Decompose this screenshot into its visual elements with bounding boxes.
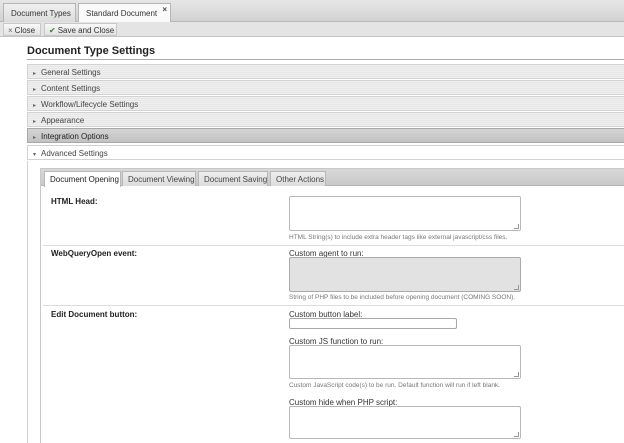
resize-grip-icon[interactable] <box>514 224 519 229</box>
section-appearance[interactable]: ▸ Appearance <box>27 112 624 127</box>
subtab-label: Document Opening <box>50 175 119 184</box>
tab-label: Standard Document <box>86 9 158 18</box>
section-integration-options[interactable]: ▸ Integration Options <box>27 128 624 143</box>
title-divider <box>27 59 624 60</box>
close-button[interactable]: × Close <box>3 23 41 36</box>
subtab-label: Document Saving <box>204 175 268 184</box>
tab-standard-document[interactable]: Standard Document × <box>78 3 171 23</box>
section-label: Advanced Settings <box>41 149 108 158</box>
tab-document-types[interactable]: Document Types <box>3 3 76 22</box>
html-head-label: HTML Head: <box>51 197 98 206</box>
resize-grip-icon[interactable] <box>514 372 519 377</box>
section-label: Content Settings <box>41 84 101 93</box>
document-tab-bar: Document Types Standard Document × <box>0 0 624 23</box>
section-general-settings[interactable]: ▸ General Settings <box>27 64 624 79</box>
save-button-label: Save and Close <box>57 26 115 35</box>
section-label: Integration Options <box>41 132 109 141</box>
tab-document-opening[interactable]: Document Opening <box>44 171 121 187</box>
custom-agent-textarea <box>289 257 521 292</box>
page-title: Document Type Settings <box>27 45 156 57</box>
close-icon: × <box>8 26 13 35</box>
tab-other-actions[interactable]: Other Actions <box>270 171 326 186</box>
row-divider <box>43 245 624 246</box>
webqueryopen-label: WebQueryOpen event: <box>51 249 138 258</box>
chevron-right-icon: ▸ <box>33 103 37 109</box>
resize-grip-icon <box>514 285 519 290</box>
subtab-label: Other Actions <box>276 175 325 184</box>
custom-button-label-input[interactable] <box>289 318 457 329</box>
tab-document-saving[interactable]: Document Saving <box>198 171 268 186</box>
close-tab-icon[interactable]: × <box>162 5 167 14</box>
section-content-settings[interactable]: ▸ Content Settings <box>27 80 624 95</box>
tab-label: Document Types <box>11 9 71 18</box>
checkmark-icon: ✔ <box>49 26 56 35</box>
chevron-right-icon: ▸ <box>33 71 37 77</box>
chevron-right-icon: ▸ <box>33 87 37 93</box>
html-head-help: HTML String(s) to include extra header t… <box>289 234 508 241</box>
action-toolbar: × Close ✔ Save and Close <box>0 22 624 37</box>
section-workflow-lifecycle-settings[interactable]: ▸ Workflow/Lifecycle Settings <box>27 96 624 111</box>
custom-js-function-help: Custom JavaScript code(s) to be run. Def… <box>289 382 500 389</box>
html-head-textarea[interactable] <box>289 196 521 231</box>
chevron-down-icon: ▾ <box>33 152 37 158</box>
edit-document-button-label: Edit Document button: <box>51 310 138 319</box>
custom-hide-when-textarea[interactable] <box>289 406 521 439</box>
webqueryopen-help: String of PHP files to be included befor… <box>289 294 516 301</box>
subtab-label: Document Viewing <box>128 175 195 184</box>
section-label: General Settings <box>41 68 101 77</box>
save-and-close-button[interactable]: ✔ Save and Close <box>44 23 117 36</box>
section-advanced-settings[interactable]: ▾ Advanced Settings <box>27 145 624 160</box>
section-label: Appearance <box>41 116 85 125</box>
section-label: Workflow/Lifecycle Settings <box>41 100 139 109</box>
tab-document-viewing[interactable]: Document Viewing <box>122 171 196 186</box>
chevron-right-icon: ▸ <box>33 119 37 125</box>
chevron-right-icon: ▸ <box>33 135 37 141</box>
custom-js-function-textarea[interactable] <box>289 345 521 379</box>
advanced-subtab-bar: Document Opening Document Viewing Docume… <box>41 169 624 187</box>
close-button-label: Close <box>14 26 36 35</box>
resize-grip-icon[interactable] <box>514 432 519 437</box>
row-divider <box>43 305 624 306</box>
